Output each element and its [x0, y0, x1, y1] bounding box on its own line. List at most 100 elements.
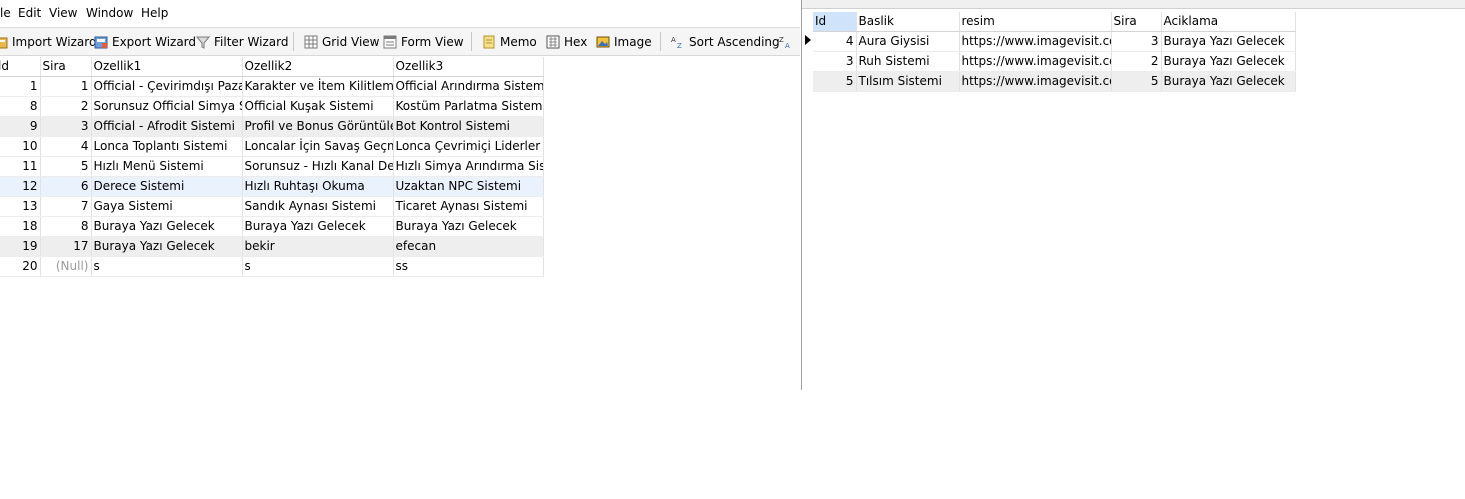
table-row[interactable]: 9 3 Official - Afrodit Sistemi Profil ve…	[0, 116, 544, 137]
column-header-ozellik3[interactable]: Ozellik3	[393, 57, 544, 77]
column-header-ozellik1[interactable]: Ozellik1	[91, 57, 243, 77]
table-row[interactable]: 20 (Null) s s ss	[0, 256, 544, 277]
table-row[interactable]: 1 1 Official - Çevirimdışı Pazar S Karak…	[0, 76, 544, 97]
cell-ozellik1[interactable]: Official - Çevirimdışı Pazar S	[91, 76, 243, 97]
cell-id[interactable]: 13	[0, 196, 41, 217]
cell-resim[interactable]: https://www.imagevisit.con	[959, 51, 1112, 72]
cell-sira[interactable]: 2	[40, 96, 92, 117]
cell-ozellik3[interactable]: Official Arındırma Sistemi	[393, 76, 544, 97]
cell-ozellik1[interactable]: Derece Sistemi	[91, 176, 243, 197]
cell-id[interactable]: 11	[0, 156, 41, 177]
cell-ozellik2[interactable]: Buraya Yazı Gelecek	[242, 216, 394, 237]
cell-sira[interactable]: 2	[1111, 51, 1162, 72]
cell-ozellik3[interactable]: Kostüm Parlatma Sistemi	[393, 96, 544, 117]
cell-ozellik1[interactable]: Hızlı Menü Sistemi	[91, 156, 243, 177]
table-row[interactable]: 8 2 Sorunsuz Official Simya Sist Officia…	[0, 96, 544, 117]
cell-sira[interactable]: 3	[1111, 31, 1162, 52]
grid-view-button[interactable]: Grid View	[304, 32, 379, 51]
cell-ozellik2[interactable]: s	[242, 256, 394, 277]
menu-file[interactable]: le	[0, 6, 11, 20]
menu-help[interactable]: Help	[141, 6, 168, 20]
cell-ozellik2[interactable]: bekir	[242, 236, 394, 257]
cell-baslik[interactable]: Tılsım Sistemi	[856, 71, 960, 92]
cell-ozellik2[interactable]: Hızlı Ruhtaşı Okuma	[242, 176, 394, 197]
cell-id[interactable]: 12	[0, 176, 41, 197]
cell-sira[interactable]: 17	[40, 236, 92, 257]
cell-sira[interactable]: 1	[40, 76, 92, 97]
cell-sira[interactable]: 7	[40, 196, 92, 217]
cell-ozellik3[interactable]: Lonca Çevrimiçi Liderler Sist	[393, 136, 544, 157]
cell-sira[interactable]: 5	[40, 156, 92, 177]
import-wizard-button[interactable]: Import Wizard	[0, 32, 97, 51]
cell-ozellik2[interactable]: Official Kuşak Sistemi	[242, 96, 394, 117]
cell-id[interactable]: 19	[0, 236, 41, 257]
cell-ozellik3[interactable]: Buraya Yazı Gelecek	[393, 216, 544, 237]
cell-resim[interactable]: https://www.imagevisit.con	[959, 31, 1112, 52]
cell-ozellik1[interactable]: s	[91, 256, 243, 277]
table-row[interactable]: 19 17 Buraya Yazı Gelecek bekir efecan	[0, 236, 544, 257]
cell-id[interactable]: 18	[0, 216, 41, 237]
form-view-button[interactable]: Form View	[383, 32, 464, 51]
cell-ozellik1[interactable]: Gaya Sistemi	[91, 196, 243, 217]
column-header-aciklama[interactable]: Aciklama	[1161, 12, 1296, 32]
menu-view[interactable]: View	[49, 6, 77, 20]
table-row[interactable]: 13 7 Gaya Sistemi Sandık Aynası Sistemi …	[0, 196, 544, 217]
cell-ozellik3[interactable]: ss	[393, 256, 544, 277]
cell-id[interactable]: 20	[0, 256, 41, 277]
cell-baslik[interactable]: Aura Giysisi	[856, 31, 960, 52]
cell-ozellik3[interactable]: Uzaktan NPC Sistemi	[393, 176, 544, 197]
cell-sira[interactable]: 5	[1111, 71, 1162, 92]
menu-window[interactable]: Window	[86, 6, 133, 20]
cell-sira[interactable]: 6	[40, 176, 92, 197]
cell-ozellik1[interactable]: Buraya Yazı Gelecek	[91, 236, 243, 257]
column-header-sira[interactable]: Sira	[40, 57, 92, 77]
export-wizard-button[interactable]: Export Wizard	[94, 32, 196, 51]
image-button[interactable]: Image	[596, 32, 652, 51]
cell-ozellik1[interactable]: Official - Afrodit Sistemi	[91, 116, 243, 137]
memo-button[interactable]: Memo	[482, 32, 537, 51]
cell-ozellik2[interactable]: Sorunsuz - Hızlı Kanal Değiş	[242, 156, 394, 177]
cell-baslik[interactable]: Ruh Sistemi	[856, 51, 960, 72]
cell-id[interactable]: 1	[0, 76, 41, 97]
cell-ozellik2[interactable]: Loncalar İçin Savaş Geçmişi	[242, 136, 394, 157]
cell-ozellik2[interactable]: Karakter ve İtem Kilitleme Si	[242, 76, 394, 97]
column-header-baslik[interactable]: Baslik	[856, 12, 960, 32]
cell-ozellik3[interactable]: efecan	[393, 236, 544, 257]
cell-sira-null[interactable]: (Null)	[40, 256, 92, 277]
table-row[interactable]: 11 5 Hızlı Menü Sistemi Sorunsuz - Hızlı…	[0, 156, 544, 177]
hex-button[interactable]: Hex	[546, 32, 587, 51]
cell-id[interactable]: 5	[813, 71, 857, 92]
cell-sira[interactable]: 4	[40, 136, 92, 157]
menu-edit[interactable]: Edit	[18, 6, 41, 20]
column-header-sira[interactable]: Sira	[1111, 12, 1162, 32]
sort-ascending-button[interactable]: AZ Sort Ascending	[671, 32, 780, 51]
table-row[interactable]: 10 4 Lonca Toplantı Sistemi Loncalar İçi…	[0, 136, 544, 157]
table-row-selected[interactable]: 12 6 Derece Sistemi Hızlı Ruhtaşı Okuma …	[0, 176, 544, 197]
column-header-resim[interactable]: resim	[959, 12, 1112, 32]
table-row[interactable]: 3 Ruh Sistemi https://www.imagevisit.con…	[813, 51, 1296, 72]
cell-id[interactable]: 4	[813, 31, 857, 52]
cell-id[interactable]: 10	[0, 136, 41, 157]
column-header-ozellik2[interactable]: Ozellik2	[242, 57, 394, 77]
cell-ozellik2[interactable]: Sandık Aynası Sistemi	[242, 196, 394, 217]
table-row[interactable]: 18 8 Buraya Yazı Gelecek Buraya Yazı Gel…	[0, 216, 544, 237]
cell-ozellik3[interactable]: Hızlı Simya Arındırma Sister	[393, 156, 544, 177]
cell-id[interactable]: 3	[813, 51, 857, 72]
cell-id[interactable]: 8	[0, 96, 41, 117]
cell-sira[interactable]: 3	[40, 116, 92, 137]
cell-ozellik1[interactable]: Lonca Toplantı Sistemi	[91, 136, 243, 157]
sort-descending-button[interactable]: ZA	[779, 32, 797, 51]
cell-aciklama[interactable]: Buraya Yazı Gelecek	[1161, 31, 1296, 52]
table-row[interactable]: 5 Tılsım Sistemi https://www.imagevisit.…	[813, 71, 1296, 92]
cell-aciklama[interactable]: Buraya Yazı Gelecek	[1161, 51, 1296, 72]
cell-ozellik3[interactable]: Bot Kontrol Sistemi	[393, 116, 544, 137]
column-header-id[interactable]: Id	[813, 12, 857, 32]
cell-aciklama[interactable]: Buraya Yazı Gelecek	[1161, 71, 1296, 92]
cell-id[interactable]: 9	[0, 116, 41, 137]
cell-resim[interactable]: https://www.imagevisit.con	[959, 71, 1112, 92]
column-header-id[interactable]: ld	[0, 57, 41, 77]
filter-wizard-button[interactable]: Filter Wizard	[195, 32, 288, 51]
cell-ozellik1[interactable]: Buraya Yazı Gelecek	[91, 216, 243, 237]
table-row[interactable]: 4 Aura Giysisi https://www.imagevisit.co…	[813, 31, 1296, 52]
cell-ozellik2[interactable]: Profil ve Bonus Görüntülem	[242, 116, 394, 137]
